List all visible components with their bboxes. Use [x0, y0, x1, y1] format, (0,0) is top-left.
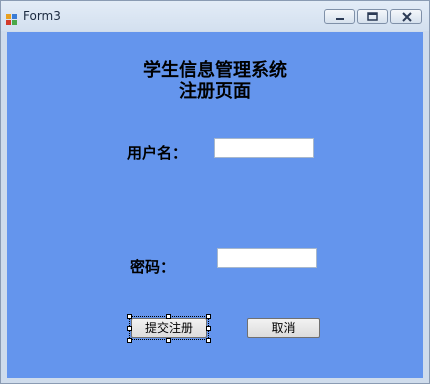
- minimize-button[interactable]: [324, 9, 355, 24]
- resize-handle[interactable]: [127, 326, 132, 331]
- title-bar[interactable]: Form3: [1, 1, 429, 31]
- resize-handle[interactable]: [166, 338, 171, 343]
- submit-register-button[interactable]: 提交注册: [131, 318, 207, 338]
- maximize-icon: [367, 12, 378, 21]
- close-icon: [402, 12, 412, 22]
- close-button[interactable]: [390, 9, 422, 24]
- password-label: 密码：: [130, 258, 176, 276]
- username-label: 用户名：: [127, 144, 188, 162]
- minimize-icon: [336, 18, 344, 20]
- resize-handle[interactable]: [206, 338, 211, 343]
- resize-handle[interactable]: [166, 314, 171, 319]
- resize-handle[interactable]: [127, 338, 132, 343]
- window-title: Form3: [23, 9, 61, 23]
- resize-handle[interactable]: [206, 314, 211, 319]
- form-app-icon: [6, 10, 18, 25]
- page-subtitle: 注册页面: [179, 81, 251, 102]
- resize-handle[interactable]: [127, 314, 132, 319]
- resize-handle[interactable]: [206, 326, 211, 331]
- password-input[interactable]: [217, 248, 317, 268]
- cancel-button[interactable]: 取消: [247, 318, 320, 338]
- username-input[interactable]: [214, 138, 314, 158]
- maximize-button[interactable]: [357, 9, 388, 24]
